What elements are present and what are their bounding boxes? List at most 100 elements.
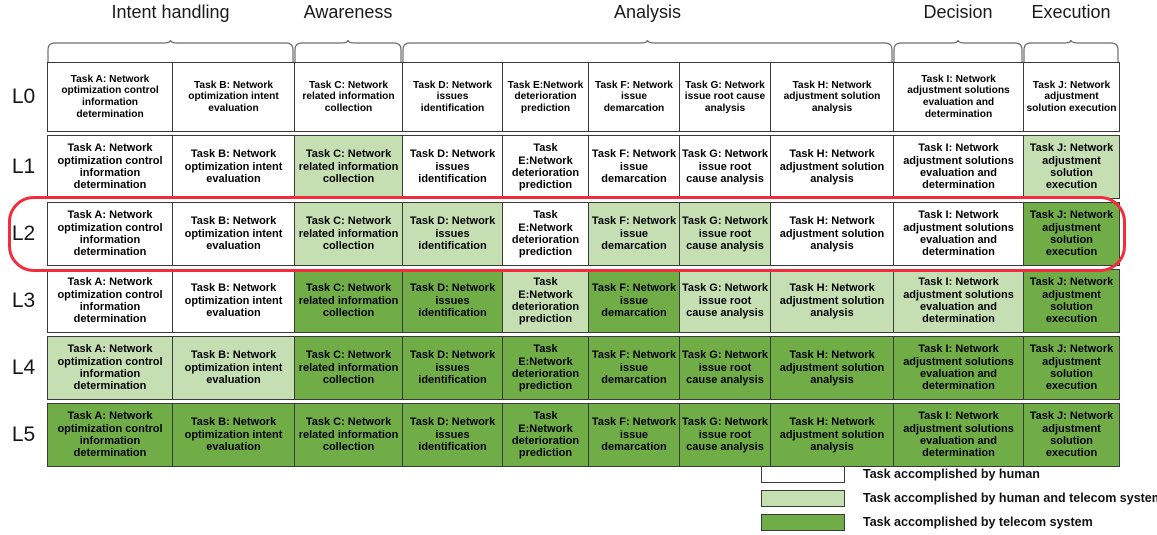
task-cell-l3-b[interactable]: Task B: Network optimization intent eval… (173, 269, 295, 333)
task-cell-l5-a[interactable]: Task A: Network optimization control inf… (48, 403, 173, 467)
task-cell-l1-h[interactable]: Task H: Network adjustment solution anal… (771, 135, 894, 199)
task-cell-l4-b[interactable]: Task B: Network optimization intent eval… (173, 336, 295, 400)
task-cell-l2-g[interactable]: Task G: Network issue root cause analysi… (680, 202, 771, 266)
task-cell-l0-h[interactable]: Task H: Network adjustment solution anal… (771, 62, 894, 132)
task-cell-label: Task C: Network related information coll… (298, 148, 399, 186)
matrix-row-l2: L2 Task A: Network optimization control i… (0, 202, 1157, 266)
group-brace-intent-handling (47, 40, 294, 62)
task-cell-l4-f[interactable]: Task F: Network issue demarcation (589, 336, 680, 400)
task-cell-label: Task I: Network adjustment solutions eva… (903, 276, 1014, 326)
task-cell-l1-a[interactable]: Task A: Network optimization control inf… (48, 135, 173, 199)
task-cell-label: Task D: Network issues identification (409, 148, 496, 186)
task-cell-label: Task G: Network issue root cause analysi… (682, 215, 768, 253)
task-cell-label: Task J: Network adjustment solution exec… (1029, 209, 1114, 259)
task-cell-label: Task A: Network optimization control inf… (57, 343, 163, 393)
task-cell-l3-j[interactable]: Task J: Network adjustment solution exec… (1024, 269, 1120, 333)
task-cell-label: Task B: Network optimization intent eval… (184, 148, 283, 186)
task-cell-label: Task H: Network adjustment solution anal… (779, 282, 885, 320)
task-cell-l3-c[interactable]: Task C: Network related information coll… (295, 269, 403, 333)
row-cells: Task A: Network optimization control inf… (47, 336, 1157, 400)
task-cell-l4-h[interactable]: Task H: Network adjustment solution anal… (771, 336, 894, 400)
task-cell-label: Task H: Network adjustment solution anal… (779, 215, 885, 253)
task-cell-l4-g[interactable]: Task G: Network issue root cause analysi… (680, 336, 771, 400)
row-label-l2: L2 (11, 222, 36, 245)
task-cell-l0-i[interactable]: Task I: Network adjustment solutions eva… (894, 62, 1024, 132)
task-cell-l0-d[interactable]: Task D: Network issues identification (403, 62, 503, 132)
task-cell-l5-i[interactable]: Task I: Network adjustment solutions eva… (894, 403, 1024, 467)
task-cell-l3-g[interactable]: Task G: Network issue root cause analysi… (680, 269, 771, 333)
task-cell-l4-j[interactable]: Task J: Network adjustment solution exec… (1024, 336, 1120, 400)
task-cell-l2-c[interactable]: Task C: Network related information coll… (295, 202, 403, 266)
task-cell-l4-e[interactable]: Task E:Network deterioration prediction (503, 336, 589, 400)
group-brace-decision (893, 40, 1023, 62)
task-cell-l0-g[interactable]: Task G: Network issue root cause analysi… (680, 62, 771, 132)
task-cell-l4-i[interactable]: Task I: Network adjustment solutions eva… (894, 336, 1024, 400)
task-cell-l1-b[interactable]: Task B: Network optimization intent eval… (173, 135, 295, 199)
legend-row-dark: Task accomplished by telecom system (761, 511, 1153, 533)
task-cell-l3-i[interactable]: Task I: Network adjustment solutions eva… (894, 269, 1024, 333)
task-cell-l1-c[interactable]: Task C: Network related information coll… (295, 135, 403, 199)
row-label-l0: L0 (11, 85, 36, 108)
task-cell-l0-b[interactable]: Task B: Network optimization intent eval… (173, 62, 295, 132)
task-cell-label: Task B: Network optimization intent eval… (184, 215, 283, 253)
task-cell-l2-d[interactable]: Task D: Network issues identification (403, 202, 503, 266)
task-cell-label: Task C: Network related information coll… (298, 215, 399, 253)
legend-row-white: Task accomplished by human (761, 463, 1153, 485)
task-cell-label: Task D: Network issues identification (409, 215, 496, 253)
task-cell-label: Task D: Network issues identification (409, 282, 496, 320)
task-cell-label: Task A: Network optimization control inf… (57, 410, 163, 460)
task-cell-l5-b[interactable]: Task B: Network optimization intent eval… (173, 403, 295, 467)
task-cell-l0-c[interactable]: Task C: Network related information coll… (295, 62, 403, 132)
task-cell-l0-a[interactable]: Task A: Network optimization control inf… (48, 62, 173, 132)
task-cell-l1-d[interactable]: Task D: Network issues identification (403, 135, 503, 199)
task-cell-l1-f[interactable]: Task F: Network issue demarcation (589, 135, 680, 199)
task-cell-l1-j[interactable]: Task J: Network adjustment solution exec… (1024, 135, 1120, 199)
task-cell-label: Task H: Network adjustment solution anal… (779, 349, 885, 387)
task-cell-l1-g[interactable]: Task G: Network issue root cause analysi… (680, 135, 771, 199)
task-cell-label: Task G: Network issue root cause analysi… (684, 79, 766, 114)
legend-label: Task accomplished by telecom system (863, 515, 1093, 529)
task-cell-label: Task A: Network optimization control inf… (61, 73, 159, 120)
group-brace-execution (1023, 40, 1119, 62)
task-cell-l2-e[interactable]: Task E:Network deterioration prediction (503, 202, 589, 266)
task-cell-l1-e[interactable]: Task E:Network deterioration prediction (503, 135, 589, 199)
task-cell-l0-f[interactable]: Task F: Network issue demarcation (589, 62, 680, 132)
task-cell-label: Task J: Network adjustment solution exec… (1029, 276, 1114, 326)
legend-swatch-dark (761, 513, 845, 531)
task-cell-l3-a[interactable]: Task A: Network optimization control inf… (48, 269, 173, 333)
task-cell-l4-d[interactable]: Task D: Network issues identification (403, 336, 503, 400)
task-cell-label: Task H: Network adjustment solution anal… (783, 79, 881, 114)
task-cell-l3-d[interactable]: Task D: Network issues identification (403, 269, 503, 333)
task-cell-l2-j[interactable]: Task J: Network adjustment solution exec… (1024, 202, 1120, 266)
task-cell-l5-f[interactable]: Task F: Network issue demarcation (589, 403, 680, 467)
task-cell-label: Task E:Network deterioration prediction (511, 142, 580, 192)
task-cell-l3-h[interactable]: Task H: Network adjustment solution anal… (771, 269, 894, 333)
task-cell-l5-h[interactable]: Task H: Network adjustment solution anal… (771, 403, 894, 467)
task-cell-l2-b[interactable]: Task B: Network optimization intent eval… (173, 202, 295, 266)
task-cell-l0-j[interactable]: Task J: Network adjustment solution exec… (1024, 62, 1120, 132)
task-cell-l2-i[interactable]: Task I: Network adjustment solutions eva… (894, 202, 1024, 266)
task-cell-label: Task F: Network issue demarcation (591, 416, 677, 454)
task-cell-label: Task F: Network issue demarcation (591, 215, 677, 253)
task-cell-l4-c[interactable]: Task C: Network related information coll… (295, 336, 403, 400)
task-cell-l5-j[interactable]: Task J: Network adjustment solution exec… (1024, 403, 1120, 467)
task-cell-label: Task B: Network optimization intent eval… (188, 79, 279, 114)
task-cell-label: Task E:Network deterioration prediction (511, 276, 580, 326)
task-cell-l4-a[interactable]: Task A: Network optimization control inf… (48, 336, 173, 400)
task-cell-l0-e[interactable]: Task E:Network deterioration prediction (503, 62, 589, 132)
task-cell-l5-e[interactable]: Task E:Network deterioration prediction (503, 403, 589, 467)
task-cell-l5-c[interactable]: Task C: Network related information coll… (295, 403, 403, 467)
task-cell-label: Task J: Network adjustment solution exec… (1026, 79, 1117, 114)
task-cell-l5-g[interactable]: Task G: Network issue root cause analysi… (680, 403, 771, 467)
task-cell-l3-f[interactable]: Task F: Network issue demarcation (589, 269, 680, 333)
task-cell-l2-h[interactable]: Task H: Network adjustment solution anal… (771, 202, 894, 266)
task-cell-label: Task I: Network adjustment solutions eva… (903, 209, 1014, 259)
task-cell-l3-e[interactable]: Task E:Network deterioration prediction (503, 269, 589, 333)
task-cell-label: Task I: Network adjustment solutions eva… (903, 142, 1014, 192)
task-cell-label: Task A: Network optimization control inf… (57, 276, 163, 326)
task-cell-l5-d[interactable]: Task D: Network issues identification (403, 403, 503, 467)
task-cell-l1-i[interactable]: Task I: Network adjustment solutions eva… (894, 135, 1024, 199)
task-cell-l2-f[interactable]: Task F: Network issue demarcation (589, 202, 680, 266)
task-cell-l2-a[interactable]: Task A: Network optimization control inf… (48, 202, 173, 266)
task-cell-label: Task I: Network adjustment solutions eva… (903, 410, 1014, 460)
